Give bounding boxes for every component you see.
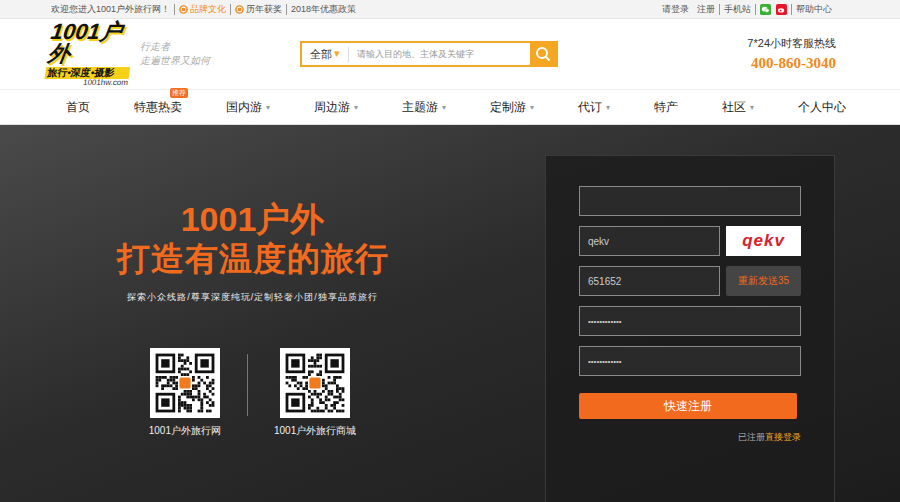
search-button[interactable] (530, 43, 556, 65)
welcome-text: 欢迎您进入1001户外旅行网！ (47, 4, 175, 15)
hero-headline: 打造有温度的旅行 (117, 239, 389, 279)
login-link[interactable]: 直接登录 (765, 432, 801, 442)
nav-badge: 推荐 (170, 88, 188, 98)
hero: 1001户外 打造有温度的旅行 探索小众线路/尊享深度纯玩/定制轻奢小团/独享品… (0, 125, 900, 502)
hero-tagline: 探索小众线路/尊享深度纯玩/定制轻奢小团/独享品质旅行 (127, 291, 378, 304)
help-link[interactable]: 帮助中心 (792, 4, 836, 15)
weibo-icon[interactable] (776, 4, 787, 15)
search-category[interactable]: 全部▾ (302, 47, 349, 62)
search-icon (535, 46, 551, 62)
badge-icon (235, 5, 244, 14)
top-link[interactable]: 2018年优惠政策 (287, 4, 360, 15)
main-nav: 首页 特惠热卖 推荐 国内游▾ 周边游▾ 主题游▾ 定制游▾ 代订▾ 特产 社区▾… (0, 90, 900, 125)
top-link[interactable]: 历年获奖 (231, 4, 287, 15)
header: 1001户外 旅行•深度•摄影 1001hw.com 行走者走遍世界又如何 全部… (0, 19, 900, 90)
nav-item[interactable]: 国内游▾ (226, 99, 270, 116)
slogan: 行走者走遍世界又如何 (140, 40, 250, 68)
nav-item[interactable]: 首页 (66, 99, 90, 116)
resend-button[interactable]: 重新发送35 (726, 266, 801, 296)
search-bar: 全部▾ (300, 41, 558, 67)
nav-item[interactable]: 特产 (654, 99, 678, 116)
site-logo[interactable]: 1001户外 旅行•深度•摄影 1001hw.com (43, 21, 136, 87)
mobile-link[interactable]: 手机站 (720, 4, 756, 15)
captcha-image[interactable]: qekv (726, 226, 801, 256)
qr-code-icon (280, 348, 350, 418)
top-link[interactable]: 品牌文化 (175, 4, 231, 15)
nav-item[interactable]: 代订▾ (578, 99, 610, 116)
account-link[interactable]: 请登录 (658, 4, 693, 15)
badge-icon (179, 5, 188, 14)
qr-code: 1001户外旅行网 (149, 348, 221, 438)
qr-code-icon (150, 348, 220, 418)
wechat-icon[interactable] (760, 4, 771, 15)
register-panel: qekv qekv651652 重新发送35•••••••••••• •••••… (545, 155, 835, 502)
search-input[interactable] (349, 49, 530, 59)
nav-item[interactable]: 特惠热卖 推荐 (134, 99, 182, 116)
page: 欢迎您进入1001户外旅行网！ 品牌文化 历年获奖 2018年优惠政策 请登录注… (0, 0, 900, 502)
hero-title: 1001户外 (181, 199, 325, 239)
nav-item[interactable]: 周边游▾ (314, 99, 358, 116)
form-field[interactable] (579, 186, 801, 216)
hotline: 7*24小时客服热线 400-860-3040 (747, 36, 836, 72)
nav-item[interactable]: 定制游▾ (490, 99, 534, 116)
nav-item[interactable]: 社区▾ (722, 99, 754, 116)
account-link[interactable]: 注册 (693, 4, 720, 15)
top-bar: 欢迎您进入1001户外旅行网！ 品牌文化 历年获奖 2018年优惠政策 请登录注… (0, 0, 900, 19)
nav-item[interactable]: 主题游▾ (402, 99, 446, 116)
form-field[interactable]: •••••••••••• (579, 346, 801, 376)
qr-code: 1001户外旅行商城 (274, 348, 356, 438)
form-field[interactable]: •••••••••••• (579, 306, 801, 336)
nav-item[interactable]: 个人中心 (798, 99, 846, 116)
form-field[interactable]: 651652 (579, 266, 720, 296)
register-button[interactable]: 快速注册 (579, 393, 797, 419)
login-prompt: 已注册直接登录 (579, 431, 801, 444)
form-field[interactable]: qekv (579, 226, 720, 256)
